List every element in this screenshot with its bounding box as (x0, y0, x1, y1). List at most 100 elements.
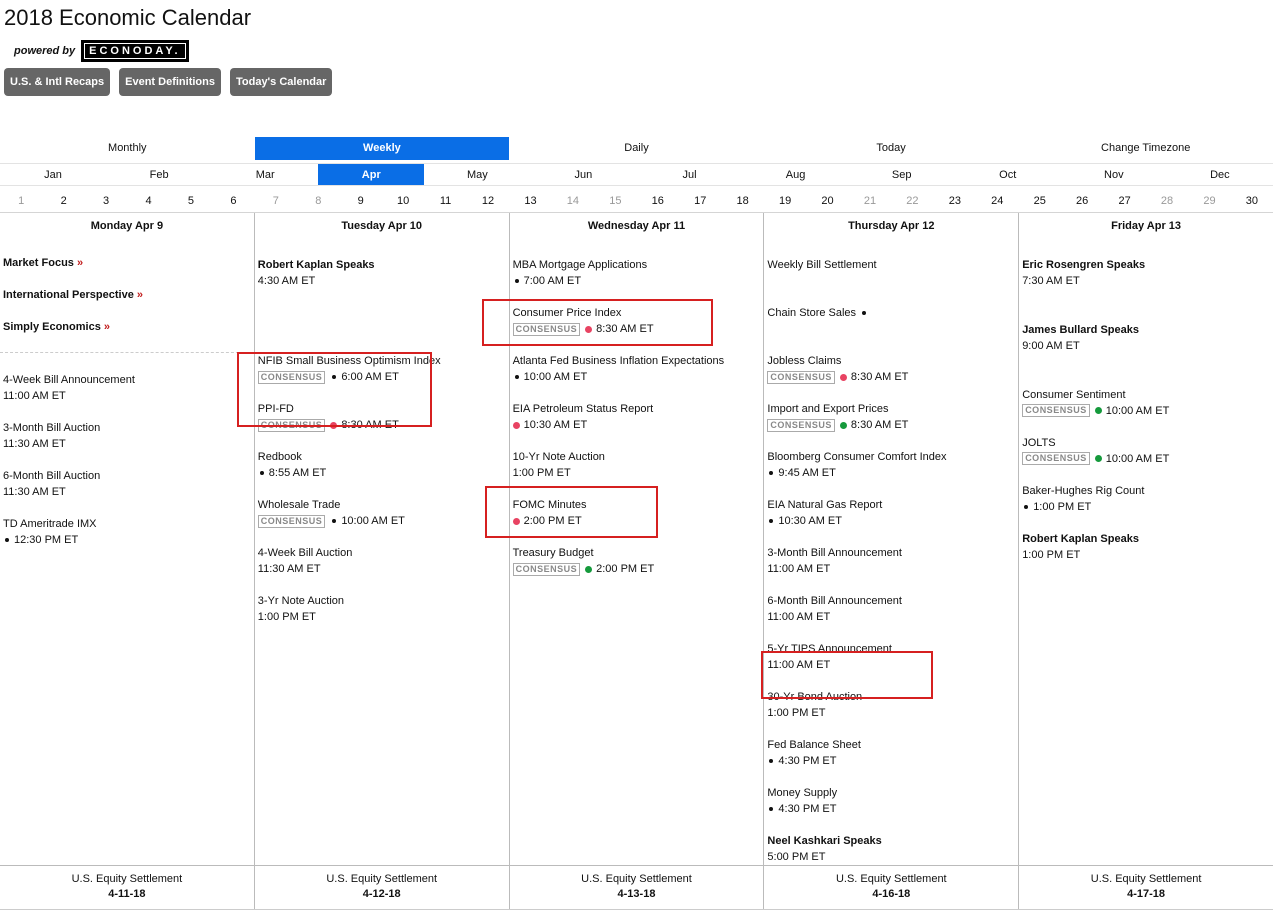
event-title[interactable]: Import and Export Prices (767, 401, 1016, 417)
day-number-5[interactable]: 5 (170, 189, 212, 212)
day-number-18[interactable]: 18 (721, 189, 763, 212)
event-title[interactable]: JOLTS (1022, 435, 1271, 451)
day-number-22[interactable]: 22 (891, 189, 933, 212)
event-title[interactable]: FOMC Minutes (513, 497, 762, 513)
event-title[interactable]: Weekly Bill Settlement (767, 257, 1016, 273)
day-number-16[interactable]: 16 (637, 189, 679, 212)
day-number-1[interactable]: 1 (0, 189, 42, 212)
day-number-29[interactable]: 29 (1188, 189, 1230, 212)
tab-monthly[interactable]: Monthly (0, 137, 255, 160)
event-title[interactable]: MBA Mortgage Applications (513, 257, 762, 273)
event-title[interactable]: 3-Month Bill Announcement (767, 545, 1016, 561)
tab-today[interactable]: Today (764, 137, 1019, 160)
event-title[interactable]: Treasury Budget (513, 545, 762, 561)
consensus-badge[interactable]: CONSENSUS (767, 418, 835, 432)
focus-link-market-focus[interactable]: Market Focus » (3, 257, 83, 269)
event-title[interactable]: 4-Week Bill Announcement (3, 372, 252, 388)
event-title[interactable]: Redbook (258, 449, 507, 465)
day-number-10[interactable]: 10 (382, 189, 424, 212)
month-sep[interactable]: Sep (849, 164, 955, 185)
event-title[interactable]: 10-Yr Note Auction (513, 449, 762, 465)
event-title[interactable]: Neel Kashkari Speaks (767, 833, 1016, 849)
event-title[interactable]: Consumer Price Index (513, 305, 762, 321)
event-title[interactable]: Robert Kaplan Speaks (258, 257, 507, 273)
event-title[interactable]: 4-Week Bill Auction (258, 545, 507, 561)
day-number-13[interactable]: 13 (509, 189, 551, 212)
event-title[interactable]: Bloomberg Consumer Comfort Index (767, 449, 1016, 465)
month-apr[interactable]: Apr (318, 164, 425, 185)
event-title[interactable]: Consumer Sentiment (1022, 387, 1271, 403)
month-dec[interactable]: Dec (1167, 164, 1273, 185)
tab-daily[interactable]: Daily (509, 137, 764, 160)
consensus-badge[interactable]: CONSENSUS (257, 514, 326, 528)
day-number-26[interactable]: 26 (1061, 189, 1103, 212)
consensus-badge[interactable]: CONSENSUS (1022, 452, 1090, 466)
day-number-11[interactable]: 11 (424, 189, 466, 212)
day-number-24[interactable]: 24 (976, 189, 1018, 212)
day-number-25[interactable]: 25 (1019, 189, 1061, 212)
event-title[interactable]: Wholesale Trade (258, 497, 507, 513)
todays-calendar-button[interactable]: Today's Calendar (229, 68, 333, 96)
tab-change-timezone[interactable]: Change Timezone (1018, 137, 1273, 160)
consensus-badge[interactable]: CONSENSUS (512, 562, 581, 576)
month-jan[interactable]: Jan (0, 164, 106, 185)
event-title[interactable]: 30-Yr Bond Auction (767, 689, 1016, 705)
day-number-17[interactable]: 17 (679, 189, 721, 212)
month-nov[interactable]: Nov (1061, 164, 1167, 185)
consensus-badge[interactable]: CONSENSUS (767, 370, 835, 384)
event-title[interactable]: Fed Balance Sheet (767, 737, 1016, 753)
day-number-6[interactable]: 6 (212, 189, 254, 212)
day-number-14[interactable]: 14 (552, 189, 594, 212)
event-title[interactable]: Chain Store Sales (767, 305, 856, 321)
day-number-28[interactable]: 28 (1146, 189, 1188, 212)
event-title[interactable]: James Bullard Speaks (1022, 322, 1271, 338)
month-jul[interactable]: Jul (636, 164, 742, 185)
event-title[interactable]: Eric Rosengren Speaks (1022, 257, 1271, 273)
event-title[interactable]: Baker-Hughes Rig Count (1022, 483, 1271, 499)
consensus-badge[interactable]: CONSENSUS (257, 370, 326, 384)
event-title[interactable]: EIA Natural Gas Report (767, 497, 1016, 513)
recaps-button[interactable]: U.S. & Intl Recaps (4, 68, 111, 96)
event-title[interactable]: 5-Yr TIPS Announcement (767, 641, 1016, 657)
event-title[interactable]: Jobless Claims (767, 353, 1016, 369)
event-title[interactable]: EIA Petroleum Status Report (513, 401, 762, 417)
month-aug[interactable]: Aug (743, 164, 849, 185)
day-number-19[interactable]: 19 (764, 189, 806, 212)
day-number-15[interactable]: 15 (594, 189, 636, 212)
consensus-badge[interactable]: CONSENSUS (1022, 404, 1090, 418)
day-number-9[interactable]: 9 (340, 189, 382, 212)
day-number-4[interactable]: 4 (127, 189, 169, 212)
day-number-7[interactable]: 7 (255, 189, 297, 212)
day-number-3[interactable]: 3 (85, 189, 127, 212)
focus-link-simply-economics[interactable]: Simply Economics » (3, 321, 110, 333)
event-title[interactable]: Robert Kaplan Speaks (1022, 531, 1271, 547)
event-title[interactable]: TD Ameritrade IMX (3, 516, 252, 532)
event-title[interactable]: 3-Yr Note Auction (258, 593, 507, 609)
day-number-8[interactable]: 8 (297, 189, 339, 212)
focus-link-international-perspective[interactable]: International Perspective » (3, 289, 143, 301)
month-mar[interactable]: Mar (212, 164, 318, 185)
month-feb[interactable]: Feb (106, 164, 212, 185)
event-title[interactable]: Money Supply (767, 785, 1016, 801)
consensus-badge[interactable]: CONSENSUS (257, 418, 326, 432)
day-number-27[interactable]: 27 (1103, 189, 1145, 212)
event-title[interactable]: 6-Month Bill Announcement (767, 593, 1016, 609)
event-definitions-button[interactable]: Event Definitions (119, 68, 221, 96)
event-title[interactable]: 6-Month Bill Auction (3, 468, 252, 484)
month-oct[interactable]: Oct (955, 164, 1061, 185)
month-jun[interactable]: Jun (530, 164, 636, 185)
event-title[interactable]: PPI-FD (258, 401, 507, 417)
day-number-12[interactable]: 12 (467, 189, 509, 212)
event-title[interactable]: 3-Month Bill Auction (3, 420, 252, 436)
event-title[interactable]: NFIB Small Business Optimism Index (258, 353, 507, 369)
day-number-21[interactable]: 21 (849, 189, 891, 212)
day-number-30[interactable]: 30 (1231, 189, 1273, 212)
day-number-23[interactable]: 23 (934, 189, 976, 212)
day-number-20[interactable]: 20 (806, 189, 848, 212)
econoday-logo[interactable]: ECONODAY. (81, 40, 189, 62)
month-may[interactable]: May (424, 164, 530, 185)
consensus-badge[interactable]: CONSENSUS (512, 322, 581, 336)
tab-weekly[interactable]: Weekly (254, 137, 510, 160)
event-title[interactable]: Atlanta Fed Business Inflation Expectati… (513, 353, 762, 369)
day-number-2[interactable]: 2 (42, 189, 84, 212)
